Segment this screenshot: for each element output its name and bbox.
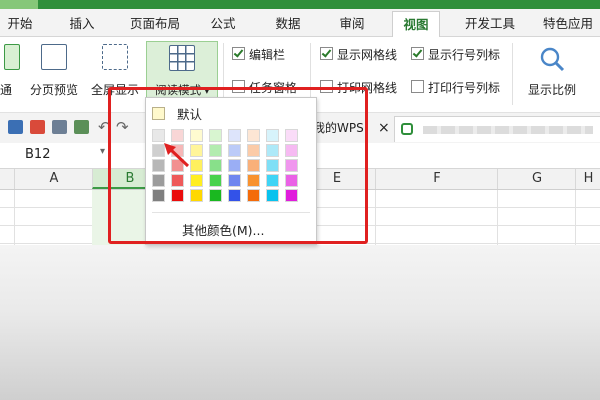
name-box[interactable]: B12: [0, 145, 115, 165]
magnifier-icon: [540, 47, 565, 72]
formula-bar-checkbox[interactable]: 编辑栏: [232, 47, 285, 63]
title-strip-highlight: [0, 0, 38, 9]
checkbox-icon: [320, 47, 333, 60]
tab-view[interactable]: 视图: [392, 11, 440, 37]
column-header-a[interactable]: A: [14, 169, 93, 189]
zoom-label: 显示比例: [527, 83, 576, 97]
tab-developer[interactable]: 开发工具: [456, 11, 524, 36]
page-break-preview-label: 分页预览: [29, 83, 78, 97]
tab-insert[interactable]: 插入: [58, 11, 106, 36]
ribbon-divider: [512, 43, 513, 105]
print-icon[interactable]: [52, 120, 67, 134]
doc-tab-title-blurred: [423, 126, 593, 134]
lower-screen-area: [0, 245, 600, 400]
page-break-preview-icon: [41, 44, 67, 70]
print-preview-icon[interactable]: [74, 120, 89, 134]
pdf-export-icon[interactable]: [30, 120, 45, 134]
print-row-col-headers-checkbox[interactable]: 打印行号列标: [411, 80, 500, 96]
pointer-arrow-icon: [164, 143, 190, 168]
normal-view-icon: [4, 44, 20, 70]
checkbox-label: 编辑栏: [249, 48, 286, 62]
spreadsheet-file-icon: [401, 123, 413, 135]
checkbox-label: 打印行号列标: [428, 81, 501, 95]
grid-line: [14, 190, 15, 245]
column-header-f[interactable]: F: [375, 169, 498, 189]
tab-page-layout[interactable]: 页面布局: [120, 11, 190, 36]
title-strip: [0, 0, 600, 9]
normal-view-button[interactable]: 通: [0, 41, 22, 107]
select-all-corner[interactable]: [0, 169, 14, 189]
tab-formulas[interactable]: 公式: [201, 11, 245, 36]
save-icon[interactable]: [8, 120, 23, 134]
checkbox-icon: [411, 80, 424, 93]
grid-line: [497, 190, 498, 245]
grid-line: [575, 190, 576, 245]
doc-tab-current[interactable]: [394, 116, 600, 142]
chevron-down-icon[interactable]: ▾: [100, 146, 105, 157]
tab-special-apps[interactable]: 特色应用: [536, 11, 600, 36]
close-icon[interactable]: ×: [378, 116, 390, 140]
tab-review[interactable]: 审阅: [330, 11, 374, 36]
reading-mode-icon: [169, 45, 195, 71]
checkbox-icon: [411, 47, 424, 60]
grid-line: [375, 190, 376, 245]
column-header-h[interactable]: H: [575, 169, 600, 189]
zoom-button[interactable]: 显示比例: [520, 41, 584, 107]
column-header-g[interactable]: G: [497, 169, 576, 189]
highlight-frame: [108, 87, 368, 244]
full-screen-icon: [102, 44, 128, 70]
show-gridlines-checkbox[interactable]: 显示网格线: [320, 47, 397, 63]
page-break-preview-button[interactable]: 分页预览: [24, 41, 84, 107]
tab-data[interactable]: 数据: [266, 11, 310, 36]
checkbox-icon: [232, 47, 245, 60]
checkbox-label: 显示网格线: [337, 48, 398, 62]
normal-view-label: 通: [0, 83, 13, 97]
tab-home[interactable]: 开始: [0, 11, 40, 36]
show-row-col-headers-checkbox[interactable]: 显示行号列标: [411, 47, 500, 63]
checkbox-label: 显示行号列标: [428, 48, 501, 62]
